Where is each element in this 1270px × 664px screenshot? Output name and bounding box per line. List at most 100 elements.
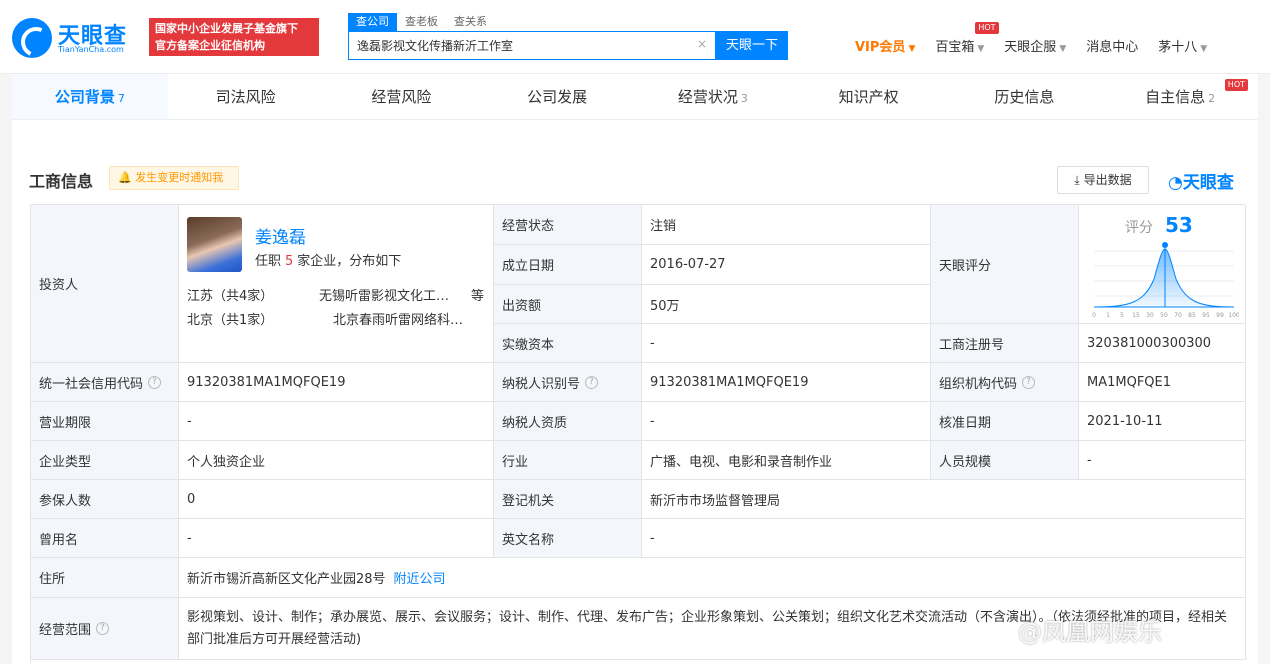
tab-self-info[interactable]: 自主信息 2 HOT — [1102, 74, 1258, 119]
hot-badge: HOT — [975, 22, 999, 34]
caret-down-icon: ▼ — [977, 44, 985, 54]
investor-label: 投资人 — [31, 205, 179, 363]
orgcode-label: 组织机构代码? — [931, 363, 1079, 402]
gov-badge: 国家中小企业发展子基金旗下 官方备案企业征信机构 — [149, 18, 319, 56]
taxid-label-text: 纳税人识别号 — [502, 376, 581, 392]
help-icon[interactable]: ? — [96, 622, 110, 635]
tab-count: 7 — [117, 92, 125, 105]
credit-label-text: 统一社会信用代码 — [39, 376, 144, 392]
score-value: 53 — [1165, 213, 1193, 237]
bell-icon: 🔔 — [118, 171, 132, 184]
tab-judicial-risk[interactable]: 司法风险 — [168, 74, 324, 119]
weibo-watermark: @凤凰网娱乐 — [1018, 618, 1162, 646]
help-icon[interactable]: ? — [1022, 375, 1036, 389]
desc-suffix: 家企业，分布如下 — [297, 254, 402, 269]
score-distribution-chart: 0 1 5 15 30 50 70 85 95 99 100 — [1092, 242, 1239, 319]
taxqual-value: - — [642, 402, 931, 441]
regno-value: 320381000300300 — [1079, 324, 1246, 363]
tick-label: 95 — [1202, 312, 1210, 319]
tab-count: 3 — [740, 92, 748, 105]
score-cell[interactable]: 评分 53 0 1 5 15 30 50 70 85 95 99 100 — [1079, 205, 1246, 324]
search-tab-relation[interactable]: 查关系 — [446, 13, 495, 31]
avatar[interactable] — [187, 217, 242, 272]
notify-button[interactable]: 🔔 发生变更时通知我 — [109, 166, 239, 190]
vip-menu[interactable]: VIP会员 ▼ — [855, 36, 915, 55]
export-label: 导出数据 — [1083, 173, 1132, 187]
score-marker-icon — [1162, 242, 1168, 248]
english-label: 英文名称 — [494, 519, 642, 558]
tab-label: 历史信息 — [994, 88, 1055, 106]
score-ticks: 0 1 5 15 30 50 70 85 95 99 100 — [1092, 312, 1239, 319]
search-tab-company[interactable]: 查公司 — [348, 13, 397, 31]
tick-label: 50 — [1160, 312, 1168, 319]
type-value: 个人独资企业 — [179, 441, 494, 480]
logo-mark-icon — [12, 18, 52, 58]
caret-down-icon: ▼ — [1200, 44, 1208, 54]
export-button[interactable]: ⤓ 导出数据 — [1057, 166, 1149, 194]
baibaoxiang-label: 百宝箱 — [935, 40, 975, 55]
search-input[interactable] — [349, 32, 694, 59]
tick-label: 100 — [1228, 312, 1239, 319]
watermark-text: 天眼查 — [1182, 173, 1234, 193]
logo[interactable]: 天眼查 TianYanCha.com — [12, 16, 140, 58]
download-icon: ⤓ — [1074, 173, 1080, 187]
score-title: 评分 — [1125, 220, 1153, 236]
founded-value: 2016-07-27 — [642, 245, 931, 285]
staff-value: - — [1079, 441, 1246, 480]
insured-value: 0 — [179, 480, 494, 519]
user-menu[interactable]: 茅十八 ▼ — [1158, 36, 1207, 55]
search-button[interactable]: 天眼一下 — [716, 31, 788, 60]
top-bar: 天眼查 TianYanCha.com 国家中小企业发展子基金旗下 官方备案企业征… — [0, 0, 1270, 74]
company-link[interactable]: 无锡听雷影视文化工… — [319, 285, 449, 304]
tab-history[interactable]: 历史信息 — [947, 74, 1103, 119]
taxid-value: 91320381MA1MQFQE19 — [642, 363, 931, 402]
help-icon[interactable]: ? — [148, 375, 162, 389]
insured-label: 参保人数 — [31, 480, 179, 519]
investor-name-link[interactable]: 姜逸磊 — [255, 223, 306, 248]
tick-label: 15 — [1132, 312, 1140, 319]
term-label: 营业期限 — [31, 402, 179, 441]
address-label: 住所 — [31, 558, 179, 598]
tab-intellectual-property[interactable]: 知识产权 — [791, 74, 947, 119]
tab-count: 2 — [1208, 92, 1216, 105]
logo-subtext: TianYanCha.com — [58, 45, 124, 54]
distribution-curve — [1093, 248, 1235, 308]
nearby-companies-link[interactable]: 附近公司 — [394, 568, 446, 587]
paidin-label: 实缴资本 — [494, 324, 642, 363]
caret-down-icon: ▼ — [908, 44, 916, 54]
search-tabs: 查公司 查老板 查关系 — [348, 13, 495, 31]
tab-business-status[interactable]: 经营状况 3 — [635, 74, 791, 119]
tab-label: 经营状况 — [677, 88, 738, 106]
caret-down-icon: ▼ — [1059, 44, 1067, 54]
company-link[interactable]: 北京春雨听雷网络科… — [333, 309, 463, 328]
score-label: 天眼评分 — [931, 205, 1079, 324]
search-box: × — [348, 31, 716, 60]
scope-label: 经营范围? — [31, 598, 179, 660]
staff-label: 人员规模 — [931, 441, 1079, 480]
message-center-link[interactable]: 消息中心 — [1086, 36, 1138, 55]
tab-company-background[interactable]: 公司背景 7 — [12, 74, 168, 119]
qiye-menu[interactable]: 天眼企服 ▼ — [1004, 36, 1066, 55]
tab-company-development[interactable]: 公司发展 — [479, 74, 635, 119]
hot-badge: HOT — [1224, 79, 1248, 91]
search-tab-boss[interactable]: 查老板 — [397, 13, 446, 31]
tick-label: 85 — [1188, 312, 1196, 319]
clear-icon[interactable]: × — [697, 37, 707, 51]
etc-text: 等 — [471, 289, 485, 304]
investor-cell: 姜逸磊 任职 5 家企业，分布如下 江苏（共4家） 无锡听雷影视文化工… 等 北京（… — [179, 205, 494, 363]
status-value: 注销 — [642, 205, 931, 245]
approve-value: 2021-10-11 — [1079, 402, 1246, 441]
tab-operation-risk[interactable]: 经营风险 — [324, 74, 480, 119]
orgcode-label-text: 组织机构代码 — [939, 376, 1018, 392]
tab-label: 经营风险 — [371, 88, 432, 106]
user-name: 茅十八 — [1158, 40, 1198, 55]
taxqual-label: 纳税人资质 — [494, 402, 642, 441]
vip-label: VIP会员 — [855, 40, 906, 55]
tab-label: 公司发展 — [527, 88, 588, 106]
tick-label: 0 — [1092, 312, 1096, 319]
baibaoxiang-menu[interactable]: 百宝箱 ▼ HOT — [935, 22, 999, 55]
help-icon[interactable]: ? — [585, 375, 599, 389]
tick-label: 1 — [1106, 312, 1110, 319]
industry-label: 行业 — [494, 441, 642, 480]
tab-label: 司法风险 — [215, 88, 276, 106]
